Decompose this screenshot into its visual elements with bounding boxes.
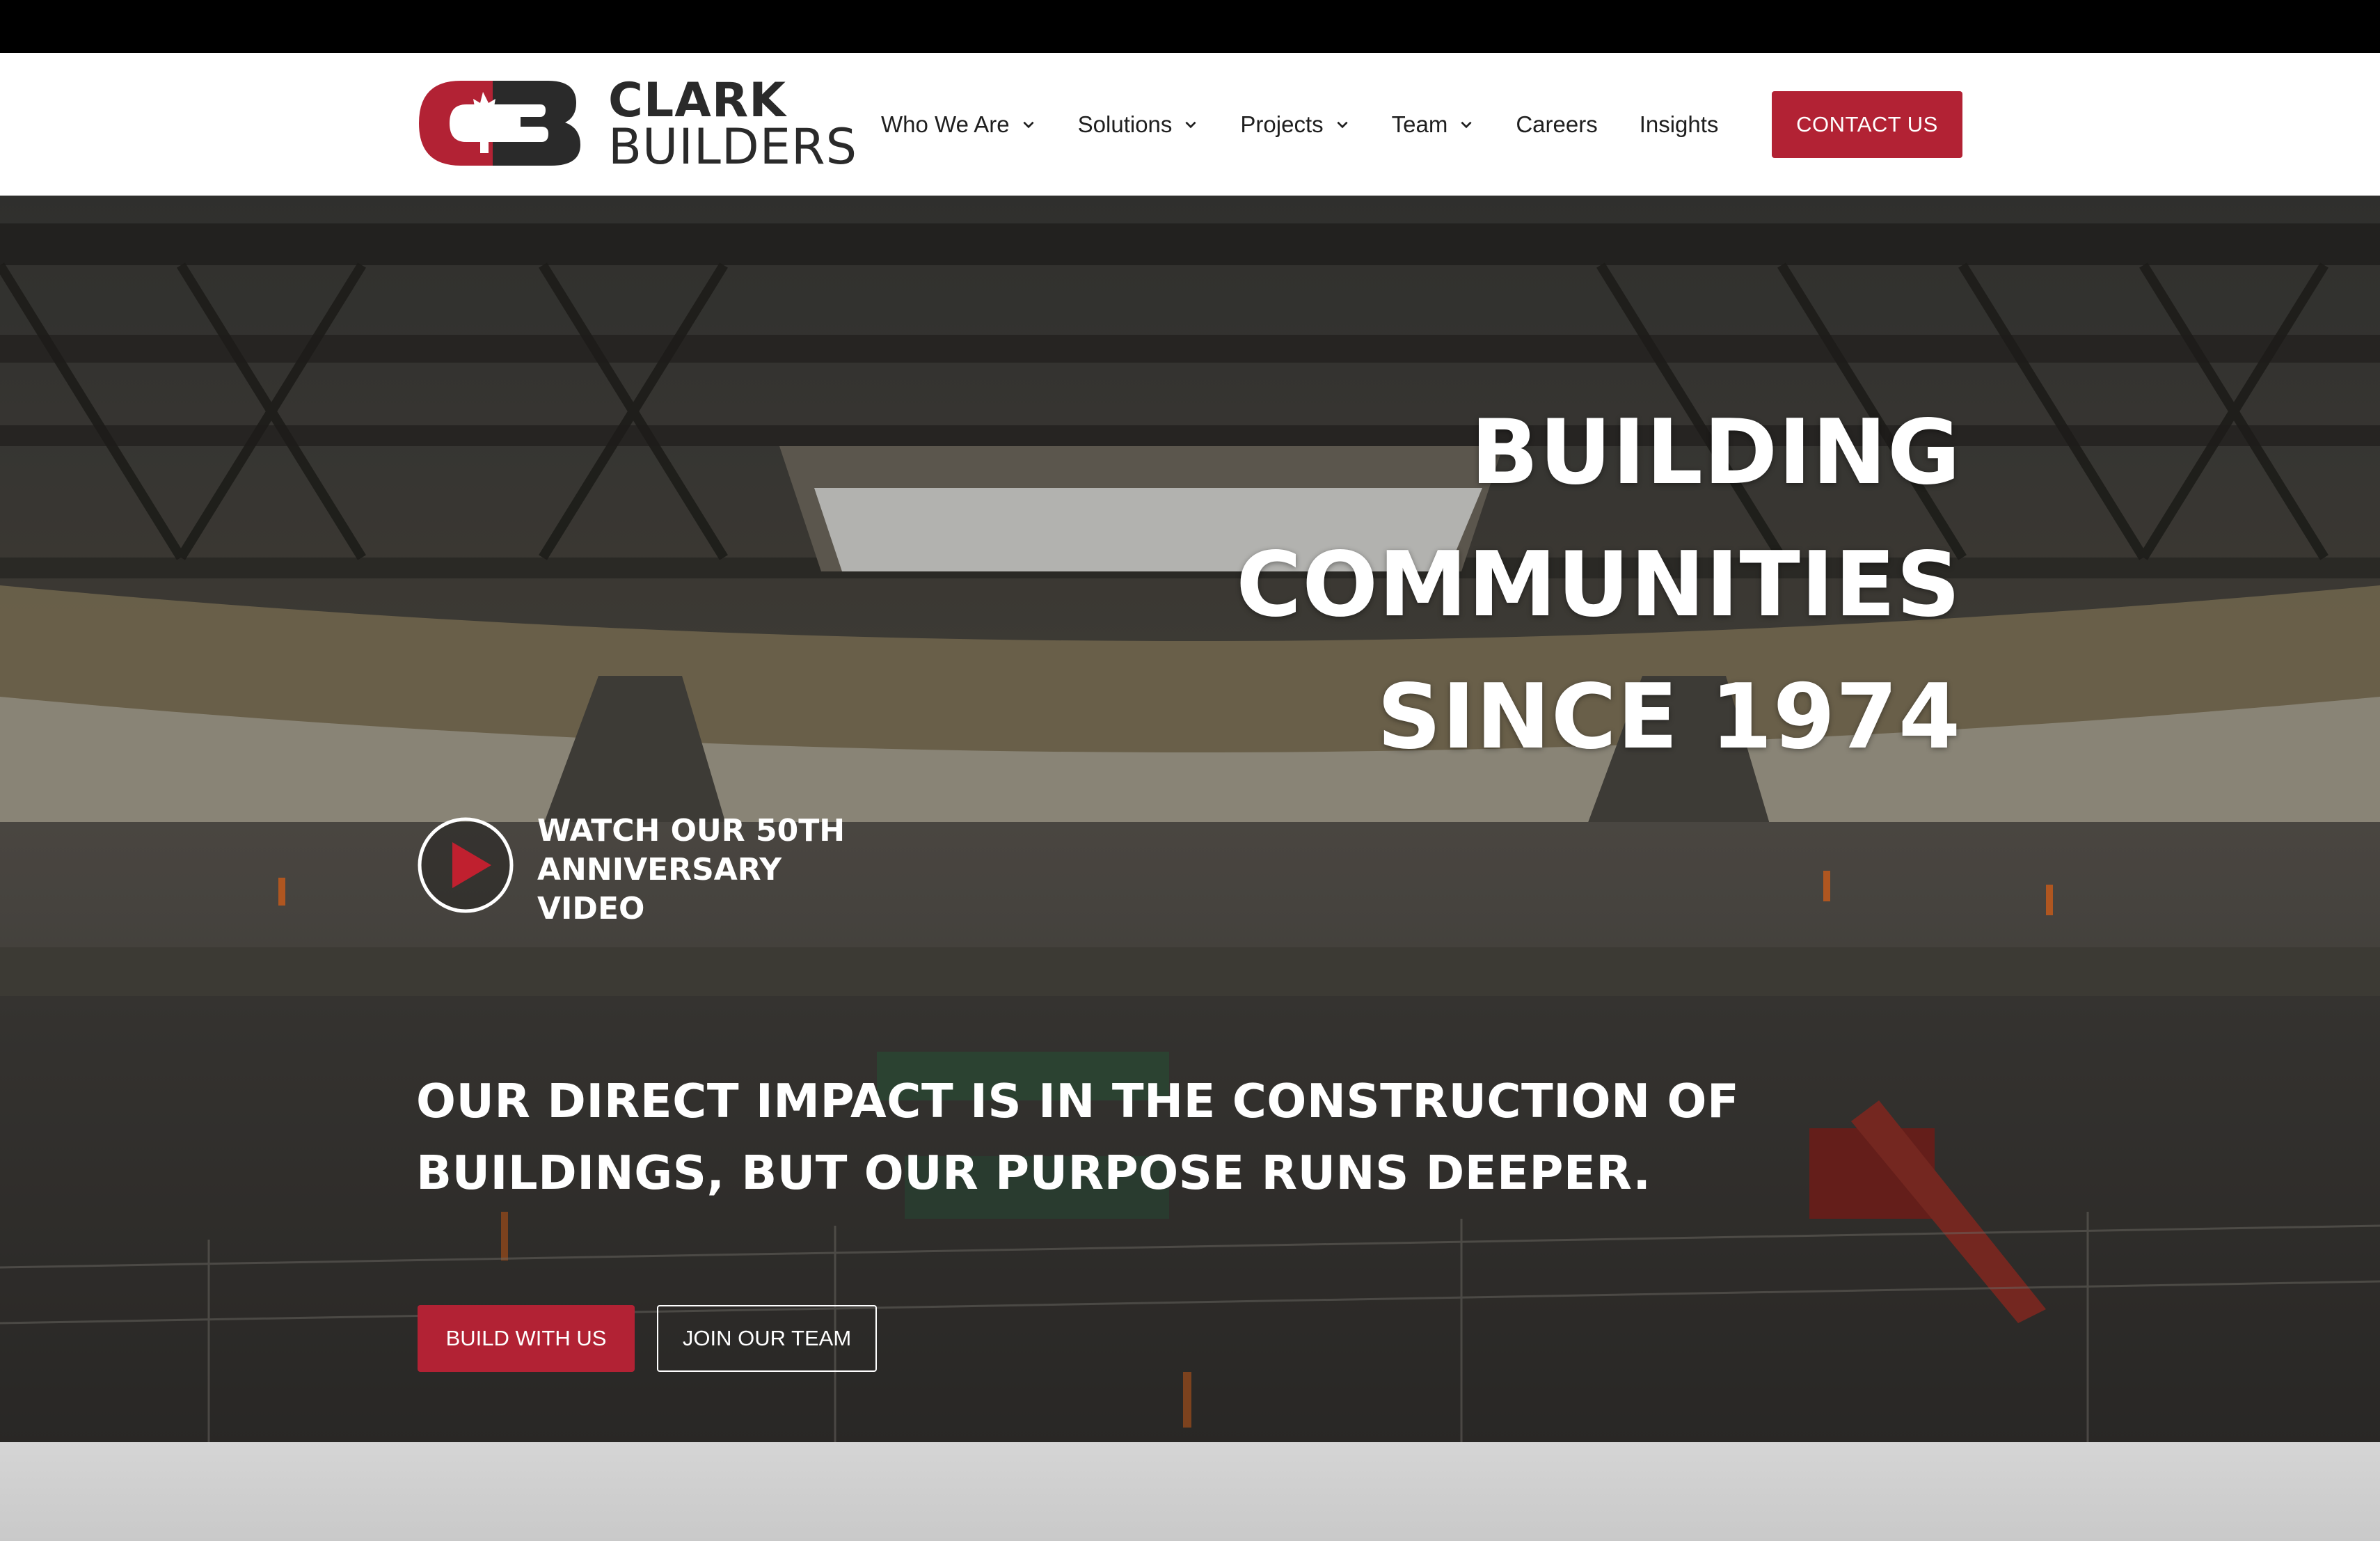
nav-label: Solutions (1077, 111, 1173, 137)
site-header: CLARK BUILDERS Who We Are Solutions Proj… (0, 53, 2380, 196)
nav-item-team[interactable]: Team (1392, 111, 1475, 138)
logo-wordmark: CLARK BUILDERS (608, 73, 858, 175)
chevron-down-icon (1023, 121, 1034, 128)
logo-word-line1: CLARK (608, 73, 786, 128)
headline-line-3: SINCE 1974 (1377, 665, 1961, 769)
nav-item-solutions[interactable]: Solutions (1078, 111, 1199, 138)
purpose-statement: OUR DIRECT IMPACT IS IN THE CONSTRUCTION… (416, 1074, 1740, 1200)
build-with-us-button[interactable]: BUILD WITH US (418, 1305, 635, 1372)
nav-label: Who We Are (881, 111, 1010, 137)
top-black-strip (0, 0, 2380, 53)
join-our-team-button[interactable]: JOIN OUR TEAM (657, 1305, 877, 1372)
logo-word-line2: BUILDERS (608, 118, 858, 175)
play-icon[interactable] (416, 816, 515, 915)
hero-section: BUILDING COMMUNITIES SINCE 1974 WATCH OU… (0, 196, 2380, 1442)
next-section-preview (0, 1442, 2380, 1541)
headline-line-2: COMMUNITIES (1236, 533, 1961, 637)
hero-lower-overlay (0, 996, 2380, 1442)
headline-line-1: BUILDING (1470, 401, 1961, 505)
anniversary-video-link[interactable]: WATCH OUR 50TH ANNIVERSARY VIDEO (416, 812, 871, 928)
chevron-down-icon (1337, 121, 1348, 128)
nav-item-insights[interactable]: Insights (1640, 111, 1719, 138)
chevron-down-icon (1185, 121, 1196, 128)
hero-headline: BUILDING COMMUNITIES SINCE 1974 (1236, 387, 1961, 784)
nav-item-who-we-are[interactable]: Who We Are (881, 111, 1036, 138)
chevron-down-icon (1461, 121, 1472, 128)
nav-item-projects[interactable]: Projects (1240, 111, 1349, 138)
contact-us-button[interactable]: CONTACT US (1772, 91, 1962, 158)
nav-item-careers[interactable]: Careers (1516, 111, 1597, 138)
nav-label: Careers (1516, 111, 1598, 137)
video-link-label[interactable]: WATCH OUR 50TH ANNIVERSARY VIDEO (537, 812, 871, 928)
nav-label: Insights (1639, 111, 1719, 137)
main-nav: Who We Are Solutions Projects Team Caree… (881, 53, 1760, 196)
logo-mark-icon (419, 81, 580, 166)
clark-builders-logo[interactable]: CLARK BUILDERS (416, 77, 857, 171)
nav-label: Team (1391, 111, 1448, 137)
nav-label: Projects (1240, 111, 1324, 137)
